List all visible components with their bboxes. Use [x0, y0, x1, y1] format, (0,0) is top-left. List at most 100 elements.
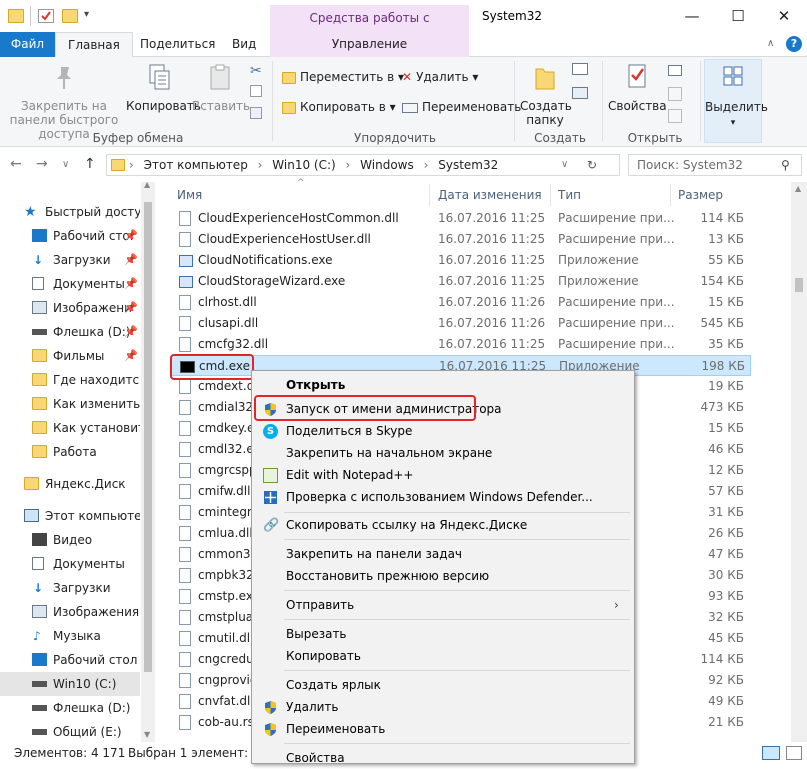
- tab-share[interactable]: Поделиться: [128, 32, 227, 57]
- menu-item-create-shortcut[interactable]: Создать ярлык: [254, 674, 632, 696]
- new-item-icon[interactable]: [572, 63, 588, 75]
- nav-item-folder[interactable]: Как установить: [0, 416, 140, 440]
- menu-item-pin-start[interactable]: Закрепить на начальном экране: [254, 442, 632, 464]
- column-header-name[interactable]: Имя: [177, 182, 202, 208]
- menu-item-copy-yadisk-link[interactable]: 🔗 Скопировать ссылку на Яндекс.Диске: [254, 514, 632, 536]
- tab-manage[interactable]: Управление: [270, 32, 469, 57]
- address-dropdown-icon[interactable]: ∨: [561, 155, 568, 175]
- menu-item-cut[interactable]: Вырезать: [254, 623, 632, 645]
- table-row[interactable]: CloudStorageWizard.exe 16.07.2016 11:25 Пр…: [171, 271, 751, 292]
- open-icon[interactable]: [668, 65, 682, 76]
- collapse-ribbon-icon[interactable]: ∧: [767, 38, 774, 49]
- column-separator[interactable]: [429, 184, 430, 206]
- menu-item-copy[interactable]: Копировать: [254, 645, 632, 667]
- nav-quick-access[interactable]: ★ Быстрый доступ: [0, 200, 140, 224]
- tab-home[interactable]: Главная: [55, 32, 133, 58]
- help-icon[interactable]: ?: [786, 36, 802, 52]
- nav-item-desktop[interactable]: Рабочий сто. 📌: [0, 224, 140, 248]
- menu-item-edit-notepad[interactable]: Edit with Notepad++: [254, 464, 632, 486]
- breadcrumb-system32[interactable]: System32: [438, 158, 498, 172]
- file-scroll-thumb[interactable]: [795, 278, 803, 292]
- scroll-up-icon[interactable]: ▲: [144, 180, 150, 189]
- nav-item-music[interactable]: ♪ Музыка: [0, 624, 140, 648]
- close-icon[interactable]: ✕: [761, 0, 807, 32]
- large-icons-view-icon[interactable]: [786, 746, 802, 760]
- nav-scroll-thumb[interactable]: [144, 202, 152, 672]
- nav-item-work[interactable]: Работа: [0, 440, 140, 464]
- column-header-type[interactable]: Тип: [558, 182, 581, 208]
- new-folder-button[interactable]: Создать папку: [520, 63, 572, 127]
- column-separator[interactable]: [670, 184, 671, 206]
- nav-item-documents[interactable]: Документы: [0, 552, 140, 576]
- scroll-up-icon[interactable]: ▲: [795, 184, 801, 193]
- menu-item-properties[interactable]: Свойства: [254, 747, 632, 769]
- properties-button[interactable]: Свойства: [608, 63, 667, 113]
- menu-item-rename[interactable]: Переименовать: [254, 718, 632, 740]
- nav-item-flash-drive[interactable]: Флешка (D:): [0, 696, 140, 720]
- column-separator[interactable]: [550, 184, 551, 206]
- copy-path-icon[interactable]: [250, 85, 262, 97]
- nav-item-flash-drive[interactable]: Флешка (D:) 📌: [0, 320, 140, 344]
- table-row[interactable]: cmcfg32.dll 16.07.2016 11:25 Расширение пр…: [171, 334, 751, 355]
- copy-button[interactable]: Копировать: [126, 63, 201, 113]
- delete-button[interactable]: ✕ Удалить ▾: [402, 67, 478, 87]
- details-view-icon[interactable]: [762, 746, 780, 760]
- copy-to-button[interactable]: Копировать в ▾: [282, 97, 396, 117]
- nav-item-movies[interactable]: Фильмы 📌: [0, 344, 140, 368]
- breadcrumb-drive[interactable]: Win10 (C:): [272, 158, 335, 172]
- pin-quick-access-button[interactable]: Закрепить на панели быстрого доступа: [4, 63, 124, 141]
- nav-this-pc[interactable]: Этот компьютер: [0, 504, 140, 528]
- easy-access-icon[interactable]: [572, 87, 588, 99]
- qat-dropdown-icon[interactable]: ▾: [84, 9, 89, 20]
- menu-item-share-skype[interactable]: S Поделиться в Skype: [254, 420, 632, 442]
- nav-item-drive-c[interactable]: Win10 (C:): [0, 672, 140, 696]
- minimize-icon[interactable]: —: [669, 0, 715, 32]
- menu-item-pin-taskbar[interactable]: Закрепить на панели задач: [254, 543, 632, 565]
- breadcrumb-this-pc[interactable]: Этот компьютер: [144, 158, 248, 172]
- new-folder-qat-icon[interactable]: [62, 9, 78, 23]
- select-button[interactable]: Выделить ▾: [704, 59, 768, 143]
- menu-item-open[interactable]: Открыть: [254, 374, 632, 396]
- move-to-button[interactable]: Переместить в ▾: [282, 67, 404, 87]
- search-input[interactable]: Поиск: System32 ⚲: [628, 154, 802, 176]
- scroll-down-icon[interactable]: ▼: [144, 730, 150, 739]
- column-header-size[interactable]: Размер: [678, 182, 723, 208]
- table-row[interactable]: CloudNotifications.exe 16.07.2016 11:25 Пр…: [171, 250, 751, 271]
- refresh-icon[interactable]: ↻: [587, 155, 597, 175]
- nav-item-video[interactable]: Видео: [0, 528, 140, 552]
- edit-icon[interactable]: [668, 87, 682, 101]
- forward-icon[interactable]: →: [36, 156, 48, 172]
- column-header-date[interactable]: Дата изменения: [438, 182, 542, 208]
- nav-item-pictures[interactable]: Изображения: [0, 600, 140, 624]
- nav-item-pictures[interactable]: Изображени 📌: [0, 296, 140, 320]
- menu-item-delete[interactable]: Удалить: [254, 696, 632, 718]
- table-row[interactable]: CloudExperienceHostUser.dll 16.07.2016 11…: [171, 229, 751, 250]
- nav-item-desktop[interactable]: Рабочий стол: [0, 648, 140, 672]
- up-icon[interactable]: ↑: [84, 156, 96, 172]
- nav-item-folder[interactable]: Где находится: [0, 368, 140, 392]
- nav-item-folder[interactable]: Как изменить ф: [0, 392, 140, 416]
- menu-item-defender[interactable]: Проверка с использованием Windows Defend…: [254, 486, 632, 508]
- tab-view[interactable]: Вид: [220, 32, 268, 57]
- history-icon[interactable]: [668, 109, 682, 123]
- nav-item-documents[interactable]: Документы 📌: [0, 272, 140, 296]
- paste-button[interactable]: Вставить: [192, 63, 250, 113]
- table-row[interactable]: clrhost.dll 16.07.2016 11:26 Расширение пр…: [171, 292, 751, 313]
- cut-icon[interactable]: ✂: [250, 63, 262, 79]
- rename-button[interactable]: Переименовать: [402, 97, 521, 117]
- nav-item-drive-e[interactable]: Общий (E:): [0, 720, 140, 744]
- paste-shortcut-icon[interactable]: [250, 107, 262, 119]
- back-icon[interactable]: ←: [10, 156, 22, 172]
- menu-item-restore-version[interactable]: Восстановить прежнюю версию: [254, 565, 632, 587]
- table-row[interactable]: CloudExperienceHostCommon.dll 16.07.2016 …: [171, 208, 751, 229]
- file-list-scrollbar[interactable]: ▲: [791, 182, 807, 742]
- properties-qat-icon[interactable]: [38, 9, 54, 23]
- nav-yandex-disk[interactable]: Яндекс.Диск: [0, 472, 140, 496]
- address-bar[interactable]: › Этот компьютер › Win10 (C:) › Windows …: [106, 154, 620, 176]
- nav-item-downloads[interactable]: ↓ Загрузки: [0, 576, 140, 600]
- menu-item-send-to[interactable]: Отправить ›: [254, 594, 632, 616]
- recent-dropdown-icon[interactable]: ∨: [62, 159, 69, 170]
- nav-scrollbar[interactable]: ▲ ▼: [141, 180, 155, 742]
- table-row[interactable]: clusapi.dll 16.07.2016 11:26 Расширение пр…: [171, 313, 751, 334]
- maximize-icon[interactable]: ☐: [715, 0, 761, 32]
